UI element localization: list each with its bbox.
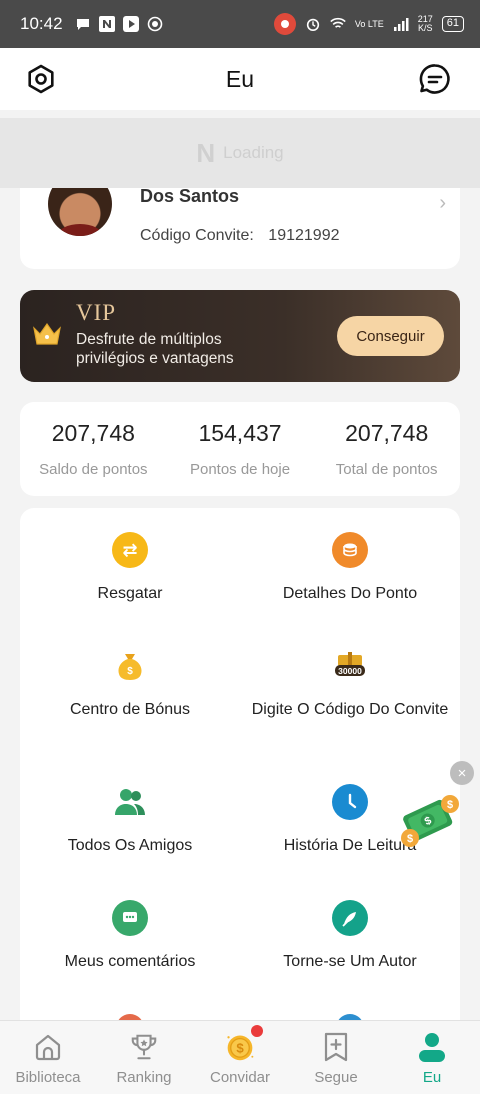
settings-icon — [28, 64, 54, 94]
menu-item-label: Torne-se Um Autor — [283, 953, 417, 970]
menu-item-label: Digite O Código Do Convite — [251, 701, 449, 718]
svg-text:$: $ — [447, 799, 453, 811]
stat-total[interactable]: 207,748 Total de pontos — [313, 402, 460, 496]
stat-value: 207,748 — [345, 420, 429, 446]
user-icon — [417, 1031, 447, 1063]
wifi-icon — [330, 16, 346, 32]
nav-convidar[interactable]: $ Convidar — [192, 1021, 288, 1094]
loading-banner: N Loading — [0, 118, 480, 188]
coins-icon — [332, 532, 368, 568]
nav-ranking[interactable]: Ranking — [96, 1021, 192, 1094]
floating-money-promo[interactable]: $ $ $ — [398, 790, 460, 852]
play-notification-icon — [122, 16, 139, 32]
vip-banner[interactable]: VIP Desfrute de múltiplos privilégios e … — [20, 290, 460, 382]
nav-label: Biblioteca — [15, 1069, 81, 1086]
friends-icon — [112, 784, 148, 820]
nav-label: Ranking — [116, 1069, 172, 1086]
trophy-icon — [129, 1031, 159, 1063]
nav-eu[interactable]: Eu — [384, 1021, 480, 1094]
menu-item-detalhes-ponto[interactable]: Detalhes Do Ponto — [240, 532, 460, 604]
stat-balance[interactable]: 207,748 Saldo de pontos — [20, 402, 167, 496]
menu-item-torne-se-autor[interactable]: Torne-se Um Autor — [240, 900, 460, 972]
profile-name: Dos Santos — [140, 188, 240, 206]
menu-item-label: Centro de Bónus — [69, 701, 191, 718]
vip-get-button[interactable]: Conseguir — [337, 316, 444, 356]
profile-card[interactable]: Dos Santos Código Convite: 19121992 › — [20, 188, 460, 269]
screen-recording-icon — [273, 13, 296, 35]
library-icon — [33, 1031, 63, 1063]
invite-code-row: Código Convite: 19121992 — [140, 227, 339, 245]
app-logo: N — [196, 137, 216, 168]
exchange-icon: ⇄ — [112, 532, 148, 568]
menu-item-codigo-convite[interactable]: 30000 Digite O Código Do Convite — [240, 648, 460, 720]
avatar[interactable] — [48, 188, 112, 236]
cash-icon: $ $ $ — [401, 795, 459, 847]
nav-biblioteca[interactable]: Biblioteca — [0, 1021, 96, 1094]
menu-item-centro-bonus[interactable]: $ Centro de Bónus — [20, 648, 240, 720]
chat-notification-icon — [75, 16, 91, 32]
clock-icon — [332, 784, 368, 820]
vip-description: Desfrute de múltiplos privilégios e vant… — [76, 331, 234, 367]
bottom-navigation: Biblioteca Ranking $ Convidar Segue Eu — [0, 1020, 480, 1094]
battery-indicator: 61 — [441, 16, 464, 32]
network-speed-unit: K/S — [417, 23, 433, 33]
crown-icon — [32, 322, 62, 353]
alarm-icon — [305, 16, 321, 32]
record-notification-icon — [147, 16, 163, 32]
menu-item-meus-comentarios[interactable]: Meus comentários — [20, 900, 240, 972]
menu-item-todos-amigos[interactable]: Todos Os Amigos — [20, 784, 240, 856]
status-time: 10:42 — [20, 14, 63, 33]
vip-title: VIP — [76, 300, 117, 325]
menu-item-label: Meus comentários — [64, 953, 196, 970]
message-icon — [419, 64, 450, 94]
stat-label: Total de pontos — [335, 461, 438, 478]
stat-label: Saldo de pontos — [39, 461, 148, 478]
top-header: Eu — [0, 48, 480, 110]
stat-value: 207,748 — [51, 420, 135, 446]
nav-label: Convidar — [209, 1069, 271, 1086]
menu-item-resgatar[interactable]: ⇄ Resgatar — [20, 532, 240, 604]
stat-label: Pontos de hoje — [189, 461, 291, 478]
stat-value: 154,437 — [198, 420, 282, 446]
notification-dot — [251, 1025, 263, 1037]
messages-button[interactable] — [418, 62, 452, 96]
network-speed: 217 K/S — [418, 15, 433, 33]
stat-today[interactable]: 154,437 Pontos de hoje — [167, 402, 314, 496]
menu-grid: ⇄ Resgatar Detalhes Do Ponto $ Centro de… — [20, 508, 460, 1028]
bookmark-add-icon — [321, 1031, 351, 1063]
menu-item-label: Todos Os Amigos — [67, 837, 193, 854]
status-bar: 10:42 Vo LTE 217 K/S 61 — [0, 0, 480, 48]
signal-icon — [393, 16, 409, 32]
page-title: Eu — [225, 65, 255, 92]
chevron-right-icon: › — [439, 192, 446, 214]
invite-code-label: Código Convite: — [140, 227, 254, 244]
code-badge-text: 30000 — [338, 666, 362, 676]
menu-item-label: Resgatar — [97, 585, 163, 602]
coin-icon: $ — [225, 1031, 255, 1063]
comment-icon — [112, 900, 148, 936]
lte-indicator: Vo LTE — [354, 18, 384, 29]
invite-code-value: 19121992 — [268, 227, 340, 244]
loading-text: Loading — [223, 143, 284, 162]
svg-text:$: $ — [236, 1041, 244, 1056]
svg-text:$: $ — [127, 666, 133, 677]
nav-label: Segue — [314, 1069, 358, 1086]
gift-code-icon: 30000 — [332, 648, 368, 684]
nav-segue[interactable]: Segue — [288, 1021, 384, 1094]
quill-icon — [332, 900, 368, 936]
nav-label: Eu — [422, 1069, 442, 1086]
svg-text:$: $ — [407, 833, 413, 845]
close-promo-button[interactable]: × — [450, 761, 474, 785]
money-bag-icon: $ — [112, 648, 148, 684]
settings-button[interactable] — [24, 62, 58, 96]
points-stats: 207,748 Saldo de pontos 154,437 Pontos d… — [20, 402, 460, 496]
menu-item-label: Detalhes Do Ponto — [282, 585, 418, 602]
app-n-notification-icon — [98, 16, 115, 32]
